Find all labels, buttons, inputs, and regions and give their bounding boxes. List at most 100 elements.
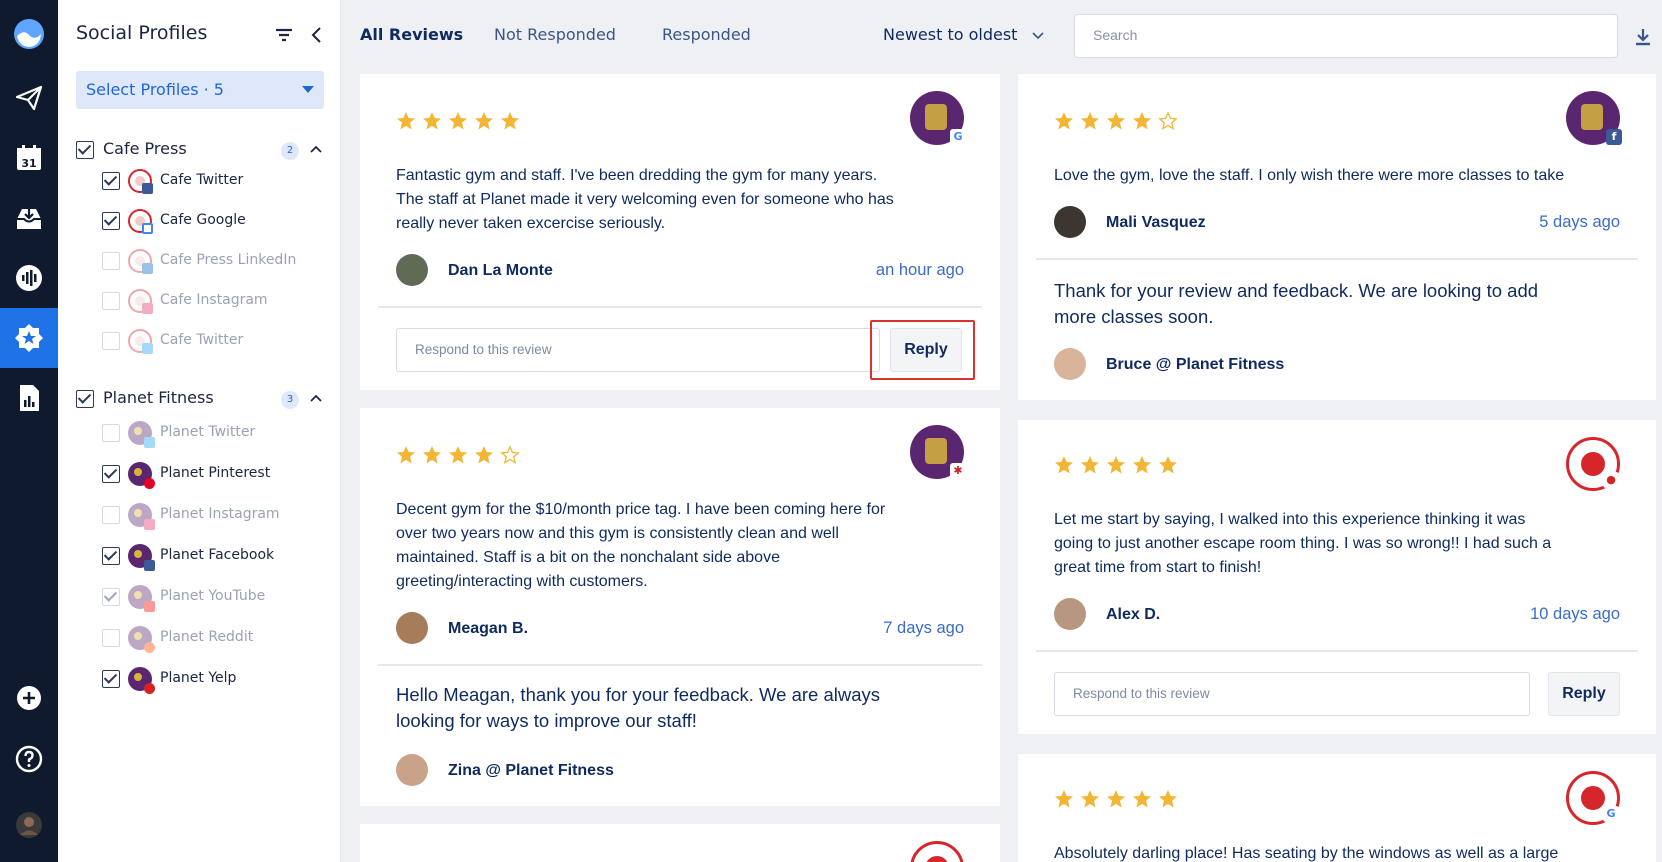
chevron-up-icon[interactable] — [308, 390, 324, 406]
review-time: an hour ago — [875, 261, 964, 279]
group-cafe-press[interactable]: Cafe Press 2 — [76, 137, 326, 163]
add-icon[interactable] — [0, 668, 58, 728]
linkedin-icon — [142, 263, 153, 274]
tab-not-responded[interactable]: Not Responded — [494, 25, 616, 44]
calendar-icon[interactable]: 31 — [0, 128, 58, 188]
group-planet-fitness[interactable]: Planet Fitness 3 — [76, 386, 326, 412]
profile-item[interactable]: Planet YouTube — [102, 584, 322, 612]
tab-all-reviews[interactable]: All Reviews — [360, 25, 463, 44]
group-checkbox[interactable] — [76, 390, 94, 408]
profile-item[interactable]: Planet Reddit — [102, 625, 322, 653]
profile-item[interactable]: Cafe Instagram — [102, 288, 322, 314]
reply-button[interactable]: Reply — [1548, 672, 1620, 716]
review-time: 5 days ago — [1539, 213, 1620, 231]
cafe-press-avatar — [128, 169, 153, 194]
profile-item[interactable]: Cafe Google — [102, 208, 322, 234]
profiles-sidebar: Social Profiles Select Profiles · 5 Cafe… — [58, 0, 341, 862]
yelp-icon — [144, 683, 155, 694]
profile-checkbox[interactable] — [102, 252, 120, 270]
respond-box[interactable] — [396, 328, 880, 372]
star-filled-icon — [423, 112, 441, 130]
respond-input[interactable] — [1073, 686, 1500, 701]
profile-item[interactable]: Planet Yelp — [102, 666, 322, 694]
divider — [1036, 258, 1638, 260]
respond-box[interactable] — [1054, 672, 1530, 716]
star-filled-icon — [449, 112, 467, 130]
respond-input[interactable] — [415, 342, 849, 357]
group-checkbox[interactable] — [76, 141, 94, 159]
profile-label: Planet Twitter — [160, 424, 256, 440]
profile-label: Planet Pinterest — [160, 465, 271, 481]
planet-fitness-avatar — [128, 585, 155, 612]
profile-item[interactable]: Cafe Twitter — [102, 328, 322, 354]
star-filled-icon — [1055, 790, 1073, 808]
profile-checkbox[interactable] — [102, 292, 120, 310]
report-icon[interactable] — [0, 368, 58, 428]
profile-checkbox[interactable] — [102, 172, 120, 190]
cafe-press-logo: ● — [1566, 437, 1620, 491]
profile-label: Cafe Twitter — [160, 172, 244, 188]
search-box[interactable] — [1074, 14, 1618, 58]
profile-checkbox[interactable] — [102, 629, 120, 647]
star-filled-icon — [1081, 790, 1099, 808]
star-filled-icon — [475, 112, 493, 130]
profile-item[interactable]: Cafe Twitter — [102, 168, 322, 194]
logo-icon[interactable] — [0, 4, 58, 64]
profile-item[interactable]: Planet Instagram — [102, 502, 322, 530]
search-input[interactable] — [1093, 27, 1593, 43]
profile-item[interactable]: Planet Facebook — [102, 543, 322, 571]
group-count-badge: 2 — [281, 142, 299, 160]
review-time: 10 days ago — [1530, 605, 1620, 623]
profile-item[interactable]: Planet Twitter — [102, 420, 322, 448]
collapse-sidebar-icon[interactable] — [306, 24, 328, 46]
star-filled-icon — [1055, 112, 1073, 130]
review-text: Decent gym for the $10/month price tag. … — [396, 501, 886, 590]
facebook-icon — [144, 560, 155, 571]
profile-item[interactable]: Cafe Press LinkedIn — [102, 248, 322, 274]
download-icon[interactable] — [1632, 26, 1654, 48]
star-filled-icon — [475, 446, 493, 464]
filter-icon[interactable] — [273, 24, 295, 46]
response-text: Thank for your review and feedback. We a… — [1054, 280, 1539, 327]
profile-checkbox[interactable] — [102, 465, 120, 483]
user-avatar[interactable] — [0, 795, 58, 855]
star-filled-icon — [1081, 456, 1099, 474]
profile-checkbox[interactable] — [102, 424, 120, 442]
profile-checkbox[interactable] — [102, 547, 120, 565]
profile-label: Cafe Press LinkedIn — [160, 252, 297, 268]
cafe-press-avatar — [128, 289, 153, 314]
facebook-icon — [142, 183, 153, 194]
star-filled-icon — [1107, 790, 1125, 808]
chevron-up-icon[interactable] — [308, 141, 324, 157]
paper-plane-icon[interactable] — [0, 68, 58, 128]
profile-checkbox[interactable] — [102, 670, 120, 688]
profile-label: Cafe Twitter — [160, 332, 244, 348]
profile-checkbox[interactable] — [102, 332, 120, 350]
star-filled-icon — [501, 112, 519, 130]
profile-checkbox[interactable] — [102, 212, 120, 230]
review-card: G Absolutely darling place! Has seating … — [1018, 754, 1656, 862]
group-count-badge: 3 — [281, 391, 299, 409]
profile-checkbox[interactable] — [102, 588, 120, 606]
reddit-icon — [144, 642, 155, 653]
reviewer-name: Meagan B. — [448, 620, 529, 637]
reviews-star-icon[interactable] — [0, 308, 58, 368]
reviewer-name: Mali Vasquez — [1106, 214, 1206, 231]
listening-icon[interactable] — [0, 248, 58, 308]
inbox-icon[interactable] — [0, 188, 58, 248]
tab-responded[interactable]: Responded — [662, 25, 751, 44]
profile-item[interactable]: Planet Pinterest — [102, 461, 322, 489]
divider — [378, 664, 982, 666]
select-profiles-dropdown[interactable]: Select Profiles · 5 — [76, 71, 324, 109]
chevron-down-icon[interactable] — [1030, 28, 1046, 44]
profile-checkbox[interactable] — [102, 506, 120, 524]
help-icon[interactable] — [0, 729, 58, 789]
google-icon: G — [950, 129, 966, 145]
review-card: ● Let me start by saying, I walked into … — [1018, 420, 1656, 734]
planet-fitness-avatar — [128, 626, 155, 653]
sort-dropdown[interactable]: Newest to oldest — [883, 25, 1017, 44]
star-filled-icon — [1107, 112, 1125, 130]
star-filled-icon — [397, 112, 415, 130]
star-filled-icon — [1055, 456, 1073, 474]
pinterest-icon — [144, 478, 155, 489]
